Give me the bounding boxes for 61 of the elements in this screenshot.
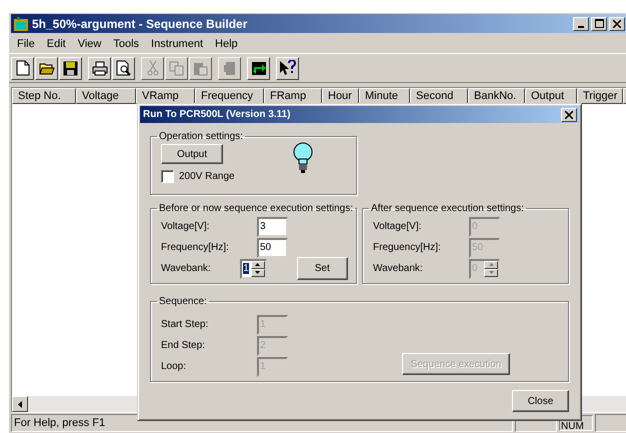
spin-field[interactable]: 1: [240, 258, 266, 278]
toolbar-button[interactable]: [247, 56, 270, 80]
close-button[interactable]: [561, 108, 577, 122]
input-field[interactable]: 50: [257, 238, 288, 258]
toolbar-button[interactable]: [35, 56, 58, 80]
checkbox[interactable]: [161, 170, 174, 183]
scissors-icon: [146, 60, 158, 76]
scroll-left-icon[interactable]: [12, 396, 28, 412]
field-label: Voltage[V]:: [161, 221, 210, 232]
minimize-icon: [578, 26, 584, 28]
close-icon: [613, 20, 621, 28]
toolbar-button[interactable]: [88, 56, 111, 80]
menu-item[interactable]: Help: [209, 38, 244, 50]
toolbar-button[interactable]: [276, 56, 299, 80]
group-title: Operation settings:: [158, 131, 244, 142]
menu-item[interactable]: Tools: [107, 38, 146, 50]
menu-item[interactable]: Edit: [40, 38, 72, 50]
set-button[interactable]: Set: [296, 257, 348, 280]
close-dialog-button[interactable]: Close: [512, 390, 569, 412]
menu-item[interactable]: File: [11, 38, 41, 50]
swap-arrows-icon: [250, 60, 266, 76]
column-header[interactable]: Trigger: [577, 88, 623, 104]
printer-icon: [92, 60, 108, 76]
field-label: Freguency[Hz]:: [373, 242, 442, 253]
close-button[interactable]: [609, 16, 625, 30]
folder-icon: [38, 61, 54, 75]
field-label: Wavebank:: [161, 263, 212, 274]
spin-up-icon[interactable]: [250, 260, 264, 268]
status-indicator: NUM: [561, 422, 585, 432]
minimize-button[interactable]: [573, 16, 589, 30]
field-label: Loop:: [161, 361, 188, 372]
field-label: Start Step:: [161, 319, 210, 330]
column-header[interactable]: Voltage: [76, 88, 136, 104]
menu-item[interactable]: Instrument: [145, 38, 210, 50]
group-title: Sequence:: [158, 296, 208, 307]
new-file-icon: [16, 60, 30, 76]
group-title: Before or now sequence execution settings:: [158, 203, 354, 214]
toolbar-button[interactable]: [59, 56, 82, 80]
field-label: End Step:: [161, 340, 206, 351]
output-button[interactable]: Output: [161, 144, 223, 164]
print-preview-icon: [116, 60, 132, 76]
dialog-title: Run To PCR500L (Version 3.11): [143, 109, 292, 120]
app-icon: [13, 16, 29, 32]
copy-icon: [169, 60, 184, 76]
group-title: After sequence execution settings:: [370, 203, 525, 214]
toolbar-button[interactable]: [11, 56, 34, 80]
help-pointer-icon: [278, 60, 296, 76]
maximize-icon: [594, 19, 604, 28]
field-label: Wavebank:: [373, 263, 424, 274]
toolbar-button[interactable]: [112, 56, 135, 80]
clipboard-icon: [193, 60, 208, 76]
field-label: Voltage[V]:: [373, 221, 422, 232]
input-field[interactable]: 3: [257, 216, 288, 236]
maximize-button[interactable]: [591, 16, 607, 30]
close-icon: [565, 110, 573, 118]
device-icon: [222, 60, 236, 76]
column-header[interactable]: Step No.: [12, 88, 76, 104]
window-title: 5h_50%-argument - Sequence Builder: [32, 16, 248, 30]
field-label: Frequency[Hz]:: [161, 242, 230, 253]
checkbox-label: 200V Range: [179, 171, 235, 182]
menu-item[interactable]: View: [72, 38, 108, 50]
